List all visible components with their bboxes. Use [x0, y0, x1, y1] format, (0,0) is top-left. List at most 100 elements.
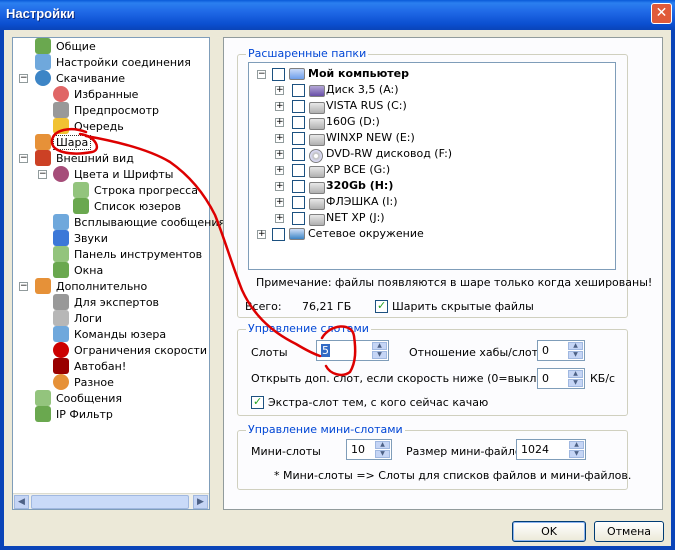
checkbox-drive-h[interactable] [292, 180, 305, 193]
expander-colors[interactable]: − [38, 170, 47, 179]
close-button[interactable]: ✕ [651, 3, 672, 24]
tree-item-toolbar[interactable]: Панель инструментов [53, 246, 204, 262]
spin-up-icon[interactable]: ▲ [568, 370, 583, 378]
extra-current-checkbox[interactable] [251, 395, 264, 409]
extra-slot-spin-buttons[interactable]: ▲ ▼ [568, 370, 583, 387]
tree-item-progress-bar[interactable]: Строка прогресса [73, 182, 200, 198]
expander-drive-d[interactable]: + [275, 118, 284, 127]
slots-spin-buttons[interactable]: ▲ ▼ [372, 342, 387, 359]
share-hand-icon [35, 134, 51, 150]
shared-folders-tree: − Мой компьютер + Диск 3,5 (A:) + VISTA … [248, 62, 616, 270]
palette-icon [53, 166, 69, 182]
tree-item-sounds[interactable]: Звуки [53, 230, 110, 246]
tree-item-user-commands[interactable]: Команды юзера [53, 326, 168, 342]
progress-icon [73, 182, 89, 198]
slots-value[interactable]: 5 [321, 344, 330, 357]
tree-item-colors-fonts[interactable]: Цвета и Шрифты [53, 166, 175, 182]
slots-spinner[interactable]: 5 ▲ ▼ [316, 340, 389, 361]
tree-item-queue[interactable]: Очередь [53, 118, 126, 134]
extra-slot-value[interactable]: 0 [542, 372, 549, 385]
mini-slots-value[interactable]: 10 [351, 443, 365, 456]
spin-up-icon[interactable]: ▲ [375, 441, 390, 449]
folder-label-drive-f: DVD-RW дисковод (F:) [326, 147, 453, 160]
spin-up-icon[interactable]: ▲ [568, 342, 583, 350]
expander-drive-g[interactable]: + [275, 166, 284, 175]
tree-item-experts[interactable]: Для экспертов [53, 294, 161, 310]
expander-advanced[interactable]: − [19, 282, 28, 291]
checkbox-drive-i[interactable] [292, 196, 305, 209]
ip-filter-icon [35, 406, 51, 422]
extra-slot-spinner[interactable]: 0 ▲ ▼ [537, 368, 585, 389]
folder-label-drive-c: VISTA RUS (C:) [326, 99, 407, 112]
spin-down-icon[interactable]: ▼ [372, 351, 387, 359]
spin-down-icon[interactable]: ▼ [569, 450, 584, 458]
expander-drive-i[interactable]: + [275, 198, 284, 207]
advanced-icon [35, 278, 51, 294]
scroll-thumb[interactable] [31, 495, 189, 509]
tree-item-preview[interactable]: Предпросмотр [53, 102, 161, 118]
tree-item-speed-limits[interactable]: Ограничения скорости [53, 342, 209, 358]
checkbox-drive-e[interactable] [292, 132, 305, 145]
tree-item-general[interactable]: Общие [35, 38, 98, 54]
tree-horizontal-scrollbar[interactable]: ◀ ▶ [13, 493, 209, 509]
expander-network-places[interactable]: + [257, 230, 266, 239]
checkbox-drive-d[interactable] [292, 116, 305, 129]
misc-icon [53, 374, 69, 390]
expander-download[interactable]: − [19, 74, 28, 83]
checkbox-drive-j[interactable] [292, 212, 305, 225]
expander-my-computer[interactable]: − [257, 70, 266, 79]
spin-down-icon[interactable]: ▼ [375, 450, 390, 458]
heart-icon [53, 86, 69, 102]
checkbox-drive-a[interactable] [292, 84, 305, 97]
checkbox-drive-g[interactable] [292, 164, 305, 177]
spin-up-icon[interactable]: ▲ [372, 342, 387, 350]
scroll-left-icon[interactable]: ◀ [14, 495, 29, 509]
slots-legend: Управление слотами [246, 322, 371, 335]
checkbox-drive-c[interactable] [292, 100, 305, 113]
spin-up-icon[interactable]: ▲ [569, 441, 584, 449]
expander-drive-f[interactable]: + [275, 150, 284, 159]
ratio-spin-buttons[interactable]: ▲ ▼ [568, 342, 583, 359]
ratio-spinner[interactable]: 0 ▲ ▼ [537, 340, 585, 361]
checkbox-my-computer[interactable] [272, 68, 285, 81]
tree-item-user-list[interactable]: Список юзеров [73, 198, 183, 214]
expander-drive-j[interactable]: + [275, 214, 284, 223]
mini-size-spinner[interactable]: 1024 ▲ ▼ [516, 439, 586, 460]
mini-slots-spinner[interactable]: 10 ▲ ▼ [346, 439, 392, 460]
tree-item-connection[interactable]: Настройки соединения [35, 54, 193, 70]
mini-size-label: Размер мини-файлов [406, 445, 529, 458]
tree-item-share[interactable]: Шара [35, 134, 92, 150]
mini-slots-spin-buttons[interactable]: ▲ ▼ [375, 441, 390, 458]
expander-drive-c[interactable]: + [275, 102, 284, 111]
ratio-value[interactable]: 0 [542, 344, 549, 357]
tree-item-advanced[interactable]: Дополнительно [35, 278, 149, 294]
tree-item-download[interactable]: Скачивание [35, 70, 127, 86]
tree-item-appearance[interactable]: Внешний вид [35, 150, 136, 166]
expander-drive-h[interactable]: + [275, 182, 284, 191]
tree-item-ip-filter[interactable]: IP Фильтр [35, 406, 115, 422]
tree-item-logs[interactable]: Логи [53, 310, 104, 326]
dvd-icon [309, 149, 323, 163]
scroll-right-icon[interactable]: ▶ [193, 495, 208, 509]
share-hidden-checkbox[interactable] [375, 299, 388, 313]
mini-size-value[interactable]: 1024 [521, 443, 549, 456]
tree-item-popups[interactable]: Всплывающие сообщения [53, 214, 227, 230]
tree-item-autoban[interactable]: Автобан! [53, 358, 128, 374]
expander-appearance[interactable]: − [19, 154, 28, 163]
expander-drive-e[interactable]: + [275, 134, 284, 143]
checkbox-drive-f[interactable] [292, 148, 305, 161]
tree-item-misc[interactable]: Разное [53, 374, 116, 390]
settings-tree: − − − − Общие Настройки соединения Скачи… [12, 37, 225, 510]
cancel-button[interactable]: Отмена [594, 521, 664, 542]
mini-slots-note: * Мини-слоты => Слоты для списков файлов… [274, 469, 632, 482]
tree-item-favorites[interactable]: Избранные [53, 86, 140, 102]
checkbox-network-places[interactable] [272, 228, 285, 241]
folder-label-drive-a: Диск 3,5 (A:) [326, 83, 399, 96]
ok-button[interactable]: OK [512, 521, 586, 542]
mini-size-spin-buttons[interactable]: ▲ ▼ [569, 441, 584, 458]
spin-down-icon[interactable]: ▼ [568, 351, 583, 359]
tree-item-messages[interactable]: Сообщения [35, 390, 124, 406]
spin-down-icon[interactable]: ▼ [568, 379, 583, 387]
tree-item-windows[interactable]: Окна [53, 262, 105, 278]
expander-drive-a[interactable]: + [275, 86, 284, 95]
